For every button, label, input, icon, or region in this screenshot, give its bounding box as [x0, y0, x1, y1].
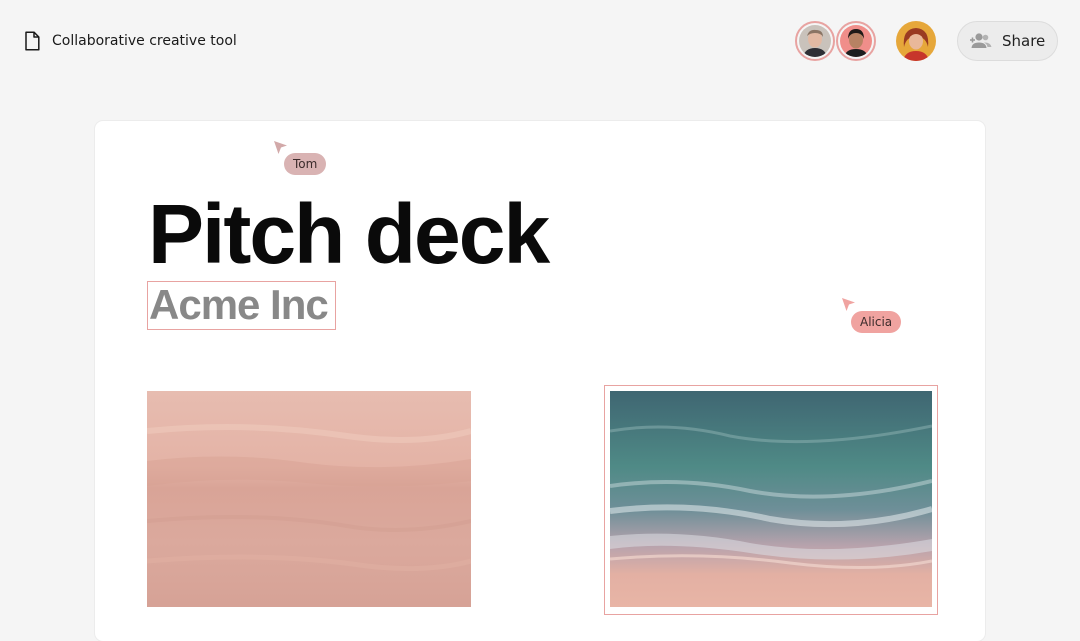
- avatar-collaborator-2[interactable]: [836, 21, 876, 61]
- people-add-icon: [970, 33, 992, 48]
- share-button[interactable]: Share: [957, 21, 1058, 61]
- collaborator-cursor-label-alicia: Alicia: [851, 311, 902, 333]
- sand-image[interactable]: [147, 391, 471, 607]
- top-bar: Collaborative creative tool Share: [0, 0, 1080, 82]
- cursor-arrow-icon: [274, 141, 287, 154]
- share-label: Share: [1002, 32, 1046, 50]
- cursor-arrow-icon: [842, 298, 855, 311]
- subtitle-text-box[interactable]: Acme Inc: [147, 281, 336, 330]
- document-icon: [25, 31, 40, 51]
- avatar-collaborator-1[interactable]: [795, 21, 835, 61]
- avatar-collaborator-3[interactable]: [896, 21, 936, 61]
- collaborator-cursor-label-tom: Tom: [284, 153, 327, 175]
- document-title[interactable]: Collaborative creative tool: [52, 31, 237, 51]
- page-title[interactable]: Pitch deck: [148, 186, 550, 282]
- ocean-image[interactable]: [610, 391, 932, 607]
